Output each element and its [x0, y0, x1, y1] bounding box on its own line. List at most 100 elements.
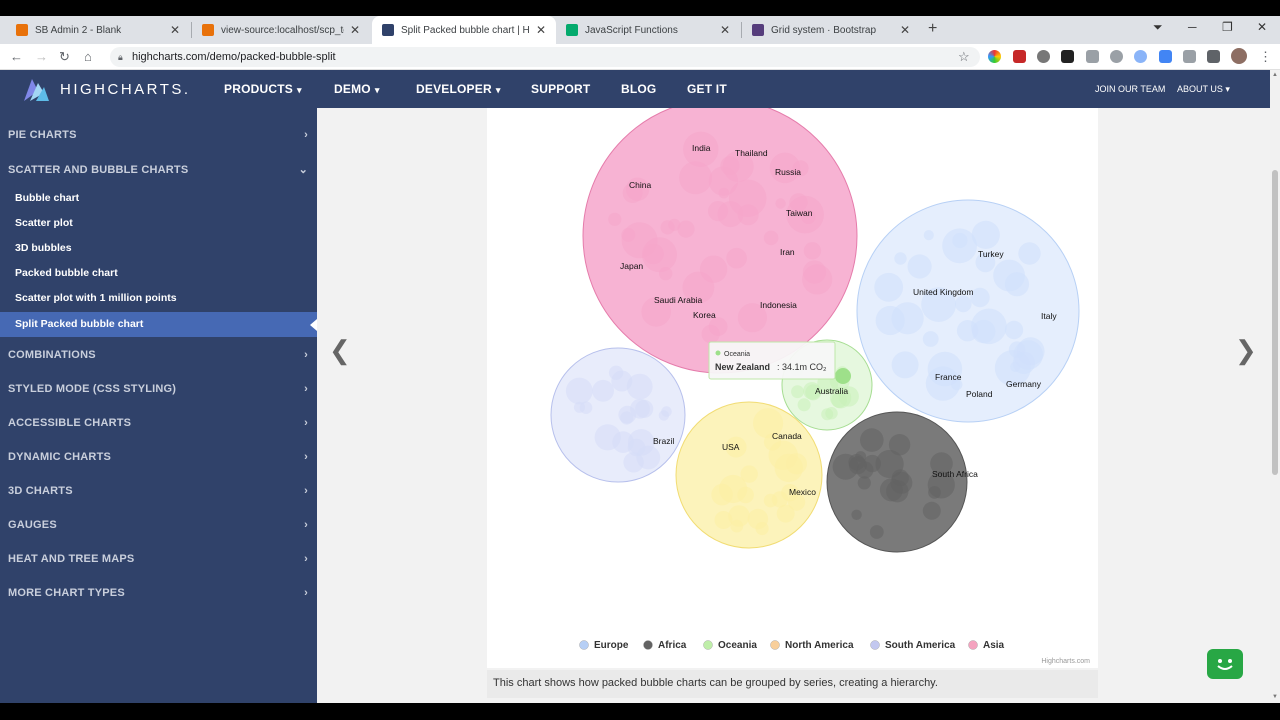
close-icon[interactable]: ✕ — [900, 23, 910, 37]
tab-view-source[interactable]: view-source:localhost/scp_test/m ✕ — [192, 16, 370, 44]
sidebar-item-packed-bubble[interactable]: Packed bubble chart — [0, 261, 317, 286]
sidebar-section-combinations[interactable]: COMBINATIONS › — [0, 339, 317, 371]
scroll-down-icon[interactable]: ▼ — [1272, 694, 1278, 700]
sidebar-item-scatter-plot[interactable]: Scatter plot — [0, 211, 317, 236]
back-arrow-icon[interactable]: ← — [10, 49, 23, 64]
menu-kebab-icon[interactable]: ⋮ — [1259, 49, 1272, 65]
country-label: Indonesia — [760, 300, 797, 310]
sidebar-section-more-types[interactable]: MORE CHART TYPES › — [0, 577, 317, 609]
previous-demo-arrow-icon[interactable]: ❮ — [329, 335, 351, 366]
close-window-button[interactable]: ✕ — [1257, 20, 1267, 34]
shield-extension-icon[interactable] — [1110, 50, 1123, 63]
sidebar-section-scatter-bubble[interactable]: SCATTER AND BUBBLE CHARTS ⌄ — [0, 154, 317, 186]
country-bubble — [797, 398, 811, 412]
credits-link[interactable]: Highcharts.com — [1041, 658, 1090, 665]
nav-about-us[interactable]: ABOUT US ▾ — [1177, 84, 1230, 95]
section-label: SCATTER AND BUBBLE CHARTS — [8, 164, 189, 176]
tab-title: JavaScript Functions — [585, 24, 678, 36]
country-label: China — [629, 180, 651, 190]
nav-support[interactable]: SUPPORT — [531, 82, 590, 96]
address-bar[interactable]: 🔒︎ highcharts.com/demo/packed-bubble-spl… — [110, 47, 980, 67]
home-icon[interactable]: ⌂ — [84, 49, 92, 64]
facebook-extension-icon[interactable] — [1183, 50, 1196, 63]
nav-get-it[interactable]: GET IT — [687, 82, 727, 96]
country-label: Saudi Arabia — [654, 295, 702, 305]
scroll-up-icon[interactable]: ▲ — [1272, 72, 1278, 78]
sidebar-section-pie-charts[interactable]: PIE CHARTS › — [0, 119, 317, 151]
nav-demo[interactable]: DEMO ▾ — [334, 82, 380, 96]
legend-item-europe[interactable]: Europe — [594, 640, 629, 651]
country-bubble — [971, 220, 1000, 249]
sidebar-item-3d-bubbles[interactable]: 3D bubbles — [0, 236, 317, 261]
legend-marker — [643, 640, 653, 650]
nav-products[interactable]: PRODUCTS ▾ — [224, 82, 302, 96]
nav-blog[interactable]: BLOG — [621, 82, 656, 96]
maximize-button[interactable]: ❐ — [1222, 20, 1233, 34]
close-icon[interactable]: ✕ — [536, 23, 546, 37]
country-label: Brazil — [653, 436, 674, 446]
legend-item-oceania[interactable]: Oceania — [718, 640, 757, 651]
nav-label: SUPPORT — [531, 82, 591, 96]
section-label: STYLED MODE (CSS STYLING) — [8, 383, 177, 395]
highcharts-logo[interactable]: HIGHCHARTS. — [22, 75, 191, 103]
nav-developer[interactable]: DEVELOPER ▾ — [416, 82, 501, 96]
minimize-button[interactable]: ─ — [1188, 20, 1197, 34]
site-header: HIGHCHARTS. PRODUCTS ▾ DEMO ▾ DEVELOPER ▾ S… — [0, 70, 1270, 108]
tab-javascript-functions[interactable]: JavaScript Functions ✕ — [556, 16, 740, 44]
red-extension-icon[interactable] — [1013, 50, 1026, 63]
sidebar-section-accessible[interactable]: ACCESSIBLE CHARTS › — [0, 407, 317, 439]
section-label: HEAT AND TREE MAPS — [8, 553, 135, 565]
sidebar-item-bubble-chart[interactable]: Bubble chart — [0, 186, 317, 211]
sidebar-section-heat-tree[interactable]: HEAT AND TREE MAPS › — [0, 543, 317, 575]
country-bubble — [832, 453, 859, 480]
section-label: PIE CHARTS — [8, 129, 77, 141]
sidebar-item-scatter-million[interactable]: Scatter plot with 1 million points — [0, 286, 317, 311]
reload-icon[interactable]: ↻ — [59, 49, 70, 65]
sidebar-section-styled-mode[interactable]: STYLED MODE (CSS STYLING) › — [0, 373, 317, 405]
sidebar-section-dynamic[interactable]: DYNAMIC CHARTS › — [0, 441, 317, 473]
sidebar-section-gauges[interactable]: GAUGES › — [0, 509, 317, 541]
puzzle-extensions-icon[interactable] — [1207, 50, 1220, 63]
close-icon[interactable]: ✕ — [720, 23, 730, 37]
country-bubble — [869, 525, 884, 539]
country-bubble — [894, 252, 907, 265]
country-label: Italy — [1041, 311, 1057, 321]
profile-dropdown-icon[interactable]: ⏷ — [1153, 20, 1163, 35]
sidebar-section-3d-charts[interactable]: 3D CHARTS › — [0, 475, 317, 507]
country-label: India — [692, 143, 711, 153]
country-label: Canada — [772, 431, 802, 441]
avatar[interactable] — [1231, 48, 1247, 64]
next-demo-arrow-icon[interactable]: ❯ — [1235, 335, 1257, 366]
country-label: USA — [722, 442, 740, 452]
page-scrollbar[interactable]: ▲ ▼ — [1270, 70, 1280, 708]
binary-extension-icon[interactable] — [1061, 50, 1074, 63]
logo-wordmark: HIGHCHARTS. — [60, 80, 191, 98]
globe-extension-icon[interactable] — [1134, 50, 1147, 63]
chat-widget-button[interactable] — [1207, 649, 1243, 679]
new-tab-button[interactable]: + — [928, 20, 937, 38]
country-bubble — [642, 237, 677, 273]
legend-item-north-america[interactable]: North America — [785, 640, 854, 651]
sidebar-item-split-packed-bubble[interactable]: Split Packed bubble chart — [0, 312, 317, 337]
country-bubble — [630, 398, 650, 419]
graduation-extension-icon[interactable] — [1159, 50, 1172, 63]
tab-bootstrap-grid[interactable]: Grid system · Bootstrap ✕ — [742, 16, 920, 44]
legend-item-south-america[interactable]: South America — [885, 640, 956, 651]
legend-item-asia[interactable]: Asia — [983, 640, 1005, 651]
gear-extension-icon[interactable] — [1037, 50, 1050, 63]
nav-join-our-team[interactable]: JOIN OUR TEAM — [1095, 84, 1165, 94]
country-bubble — [775, 198, 786, 209]
country-bubble — [907, 254, 932, 279]
tab-split-packed-bubble[interactable]: Split Packed bubble chart | Highc ✕ — [372, 16, 556, 44]
legend-item-africa[interactable]: Africa — [658, 640, 687, 651]
dropbox-extension-icon[interactable] — [1086, 50, 1099, 63]
legend-marker — [968, 640, 978, 650]
close-icon[interactable]: ✕ — [350, 23, 360, 37]
country-bubble — [890, 471, 913, 494]
tab-sb-admin[interactable]: SB Admin 2 - Blank ✕ — [6, 16, 190, 44]
forward-arrow-icon[interactable]: → — [35, 49, 48, 64]
bookmark-star-icon[interactable]: ☆ — [958, 49, 970, 65]
color-extension-icon[interactable] — [988, 50, 1001, 63]
scrollbar-thumb[interactable] — [1272, 170, 1278, 475]
close-icon[interactable]: ✕ — [170, 23, 180, 37]
